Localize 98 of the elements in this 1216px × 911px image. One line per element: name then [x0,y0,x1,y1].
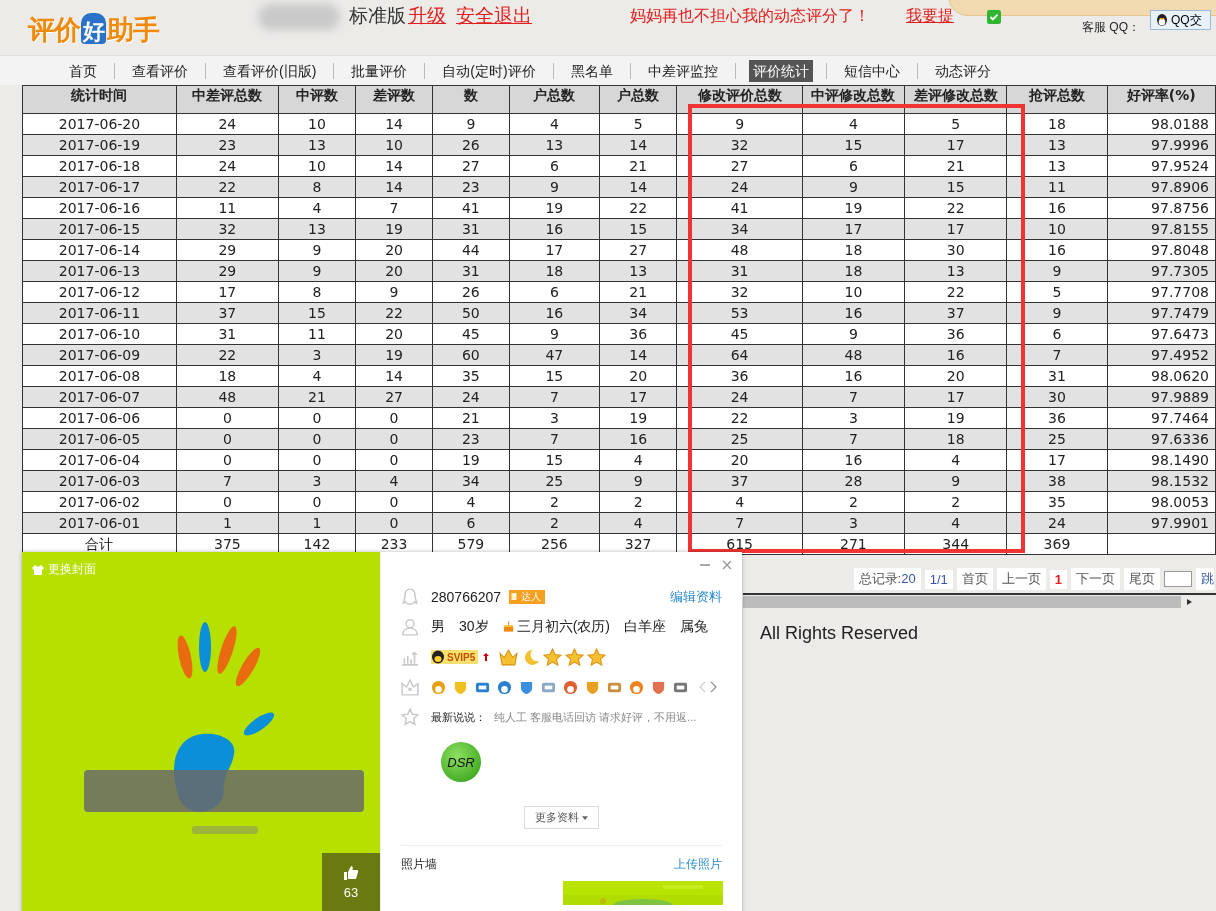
next-page-link[interactable]: 下一页 [1071,568,1120,590]
photo-wall-label: 照片墙 [401,856,437,873]
animal-sign-text: 属兔 [680,618,708,636]
table-cell: 2017-06-13 [22,260,177,282]
table-cell: 2017-06-18 [22,155,177,177]
column-header: 抢评总数 [1006,85,1108,114]
star-icon [587,647,607,667]
prev-page-link[interactable]: 上一页 [996,568,1046,590]
logout-link[interactable]: 安全退出 [456,3,532,29]
birthday-text: 三月初六(农历) [516,618,610,636]
nav-tab[interactable]: 中差评监控 [643,59,722,82]
nav-tab[interactable]: 首页 [65,59,101,82]
promo-link[interactable]: 我要提 [906,6,954,27]
upgrade-link[interactable]: 升级 [408,3,446,29]
nav-tab[interactable]: 查看评价(旧版) [219,59,321,82]
qq-number: 280766207 [431,589,502,605]
first-page-link[interactable]: 首页 [956,568,993,590]
status-label: 最新说说： [431,709,486,725]
close-icon[interactable] [722,560,732,570]
vip-badge: SVIP5 [431,650,479,664]
star-outline-icon [401,708,419,726]
table-cell: 2017-06-07 [22,386,177,408]
page-input[interactable] [1164,571,1192,587]
table-cell: 2017-06-19 [22,134,177,156]
column-header: 差评数 [355,85,433,114]
nav-tab[interactable]: 自动(定时)评价 [438,59,540,82]
column-header: 统计时间 [22,85,177,114]
service-icon[interactable] [519,679,534,695]
cake-icon [502,621,514,633]
upload-photo-link[interactable]: 上传照片 [674,856,722,873]
logo: 评价好助手 [28,12,159,47]
table-cell: 2017-06-09 [22,344,177,366]
table-cell: 2017-06-02 [22,491,177,513]
table-cell: 2017-06-17 [22,176,177,198]
service-icon[interactable] [629,679,644,695]
service-icon[interactable] [497,679,512,695]
table-cell: 2017-06-06 [22,407,177,429]
crown-outline-icon [401,678,419,696]
table-cell: 2017-06-05 [22,428,177,450]
table-cell: 2017-06-08 [22,365,177,387]
copyright-text: All Rights Reserved [760,623,920,644]
thumbs-up-icon [343,865,359,881]
penguin-outline-icon [401,588,419,606]
nav-tab[interactable]: 查看评价 [128,59,192,82]
slogan-text: 妈妈再也不担心我的动态评分了！ [630,6,870,26]
up-arrow-icon [483,653,490,661]
table-cell: 2017-06-03 [22,470,177,492]
edit-profile-link[interactable]: 编辑资料 [670,588,722,606]
service-icon[interactable] [651,679,666,695]
nav-tab[interactable]: 黑名单 [566,59,617,82]
star-icon [565,647,585,667]
jump-link[interactable]: 跳 [1196,568,1214,590]
scrollbar[interactable] [743,593,1216,608]
column-header: 中评数 [278,85,356,114]
current-page: 1 [1049,569,1067,589]
table-cell: 2017-06-01 [22,512,177,534]
talent-badge: 达人 [509,590,546,604]
nav-tab[interactable]: 动态评分 [930,59,995,82]
table-cell: 2017-06-15 [22,218,177,240]
qq-chat-button[interactable]: QQ交 [1150,10,1211,30]
nav-tab[interactable]: 短信中心 [839,59,904,82]
table-cell: 2017-06-12 [22,281,177,303]
record-count: 总记录:20 [853,568,921,590]
support-label: 客服 QQ： [1082,19,1140,36]
service-icon[interactable] [563,679,578,695]
age-text: 30岁 [459,618,489,636]
table-cell: 2017-06-16 [22,197,177,219]
nav-tab[interactable]: 批量评价 [347,59,412,82]
column-header: 户总数 [509,85,600,114]
check-icon [987,10,1001,24]
more-info-button[interactable]: 更多资料 [524,806,599,829]
column-header: 数 [432,85,510,114]
column-header: 户总数 [599,85,677,114]
star-icon [543,647,563,667]
caret-icon [582,815,588,820]
table-cell: 2017-06-20 [22,113,177,135]
crown-icon [499,647,519,667]
like-button[interactable]: 63 [322,853,380,911]
service-icon[interactable] [585,679,600,695]
column-header: 中差评总数 [176,85,279,114]
last-page-link[interactable]: 尾页 [1124,568,1160,590]
nav-tab[interactable]: 评价统计 [748,59,813,82]
edition-label: 标准版 [349,4,406,28]
dsr-badge: DSR [441,742,481,782]
page-count: 1/1 [924,569,953,589]
table-cell: 2017-06-14 [22,239,177,261]
gender-text: 男 [431,618,445,636]
shirt-icon [32,564,44,575]
penguin-icon [1155,13,1169,27]
table-cell: 2017-06-10 [22,323,177,345]
table-cell: 2017-06-11 [22,302,177,324]
table-cell: 2017-06-04 [22,449,177,471]
growth-chart-icon [401,648,419,666]
status-text: 纯人工 客服电话回访 请求好评，不用返... [494,709,697,725]
zodiac-text: 白羊座 [624,618,666,636]
person-icon [401,618,419,636]
column-header: 好评率(%) [1107,85,1216,114]
service-icon[interactable] [431,679,446,695]
